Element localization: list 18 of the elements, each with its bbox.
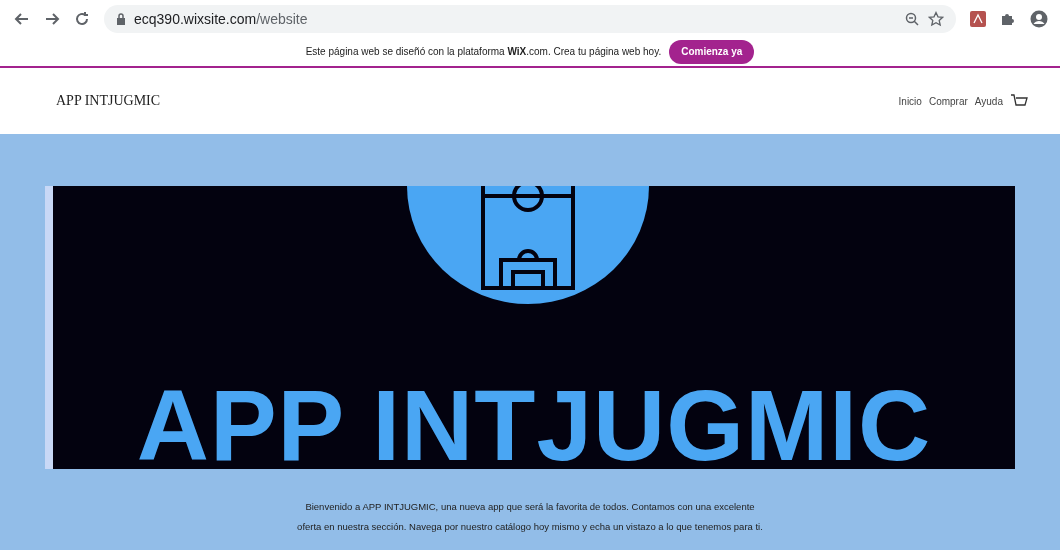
zoom-icon[interactable] [904, 10, 920, 27]
nav-link[interactable]: Inicio [898, 95, 922, 107]
star-icon[interactable] [928, 10, 944, 27]
nav-link[interactable]: Comprar [928, 95, 968, 107]
wix-promo-text: Este página web se diseñó con la plataforma WiX.com. Crea tu página web hoy. [305, 46, 662, 57]
address-bar[interactable]: ecq390.wixsite.com/website [104, 4, 956, 33]
banner-title: APP INTJUGMIC [136, 375, 932, 469]
start-button[interactable]: Comienza ya [669, 39, 755, 64]
back-icon[interactable] [14, 10, 30, 27]
cart-icon[interactable] [1010, 93, 1028, 109]
reload-icon[interactable] [74, 10, 90, 27]
nav-link[interactable]: Ayuda [974, 95, 1003, 107]
forward-icon[interactable] [44, 10, 60, 27]
site-title[interactable]: APP INTJUGMIC [56, 93, 161, 109]
lock-icon [116, 12, 126, 25]
intro-paragraph: Bienvenido a APP INTJUGMIC, una nueva app que será la favorita de todos. Contamos con una excelente oferta en nuestra sección. Navega por nuestro catálogo hoy mismo y echa un vistazo a lo que tenemos para ti. [296, 500, 764, 534]
pdf-extension-icon[interactable] [970, 10, 986, 27]
profile-icon[interactable] [1030, 9, 1048, 28]
